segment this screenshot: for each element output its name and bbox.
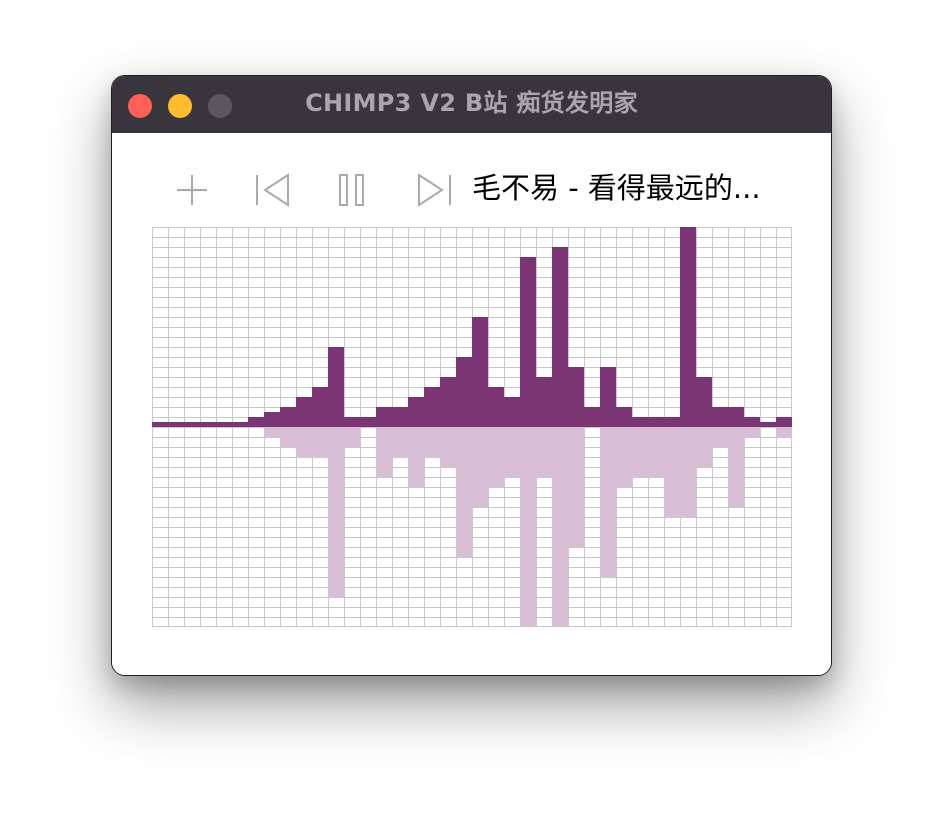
skip-previous-icon [256,173,289,207]
lower-bar [440,427,456,467]
skip-next-icon [418,173,451,207]
upper-bar [552,247,568,427]
upper-bar [472,317,488,427]
upper-bar [712,407,728,427]
lower-bar [264,427,280,437]
upper-bar [632,417,648,427]
upper-bar [728,407,744,427]
lower-bar [728,427,744,507]
lower-bar [376,427,392,477]
upper-bar [424,387,440,427]
window-title: CHIMP3 V2 B站 痴货发明家 [305,89,638,117]
upper-bar [504,397,520,427]
lower-bar [488,427,504,487]
lower-bar [696,427,712,467]
upper-bar [648,417,664,427]
upper-bar [328,347,344,427]
lower-bar [632,427,648,477]
upper-bar [680,227,696,427]
player-content: 毛不易 - 看得最远的... [112,133,831,675]
lower-bar [744,427,760,437]
upper-bar [200,422,216,427]
upper-bar [488,387,504,427]
lower-bar [504,427,520,477]
lower-bar [344,427,360,447]
upper-bar [376,407,392,427]
next-track-button[interactable] [415,173,453,207]
upper-bar [296,397,312,427]
now-playing-title: 毛不易 - 看得最远的... [472,171,761,205]
lower-bar [408,427,424,487]
lower-bar [680,427,696,517]
lower-bar [312,427,328,457]
audio-visualizer [152,227,792,627]
upper-bar [248,417,264,427]
lower-bar [712,427,728,447]
upper-bar [216,422,232,427]
upper-bar [360,417,376,427]
desktop-background: CHIMP3 V2 B站 痴货发明家 毛不易 - 看得最远的... [0,0,944,824]
pause-button[interactable] [338,173,366,207]
upper-bar [664,417,680,427]
upper-bar [568,367,584,427]
upper-bar [280,407,296,427]
upper-bar [184,422,200,427]
upper-bar [584,407,600,427]
visualizer-canvas [152,227,792,627]
lower-bar [392,427,408,457]
pause-icon [339,174,364,206]
add-track-button[interactable] [175,173,209,207]
lower-bar [664,427,680,517]
lower-bar [424,427,440,457]
lower-bar [472,427,488,507]
lower-bar [296,427,312,457]
lower-bar [776,427,792,437]
upper-bar [152,422,168,427]
upper-bar [760,422,776,427]
upper-bar [744,417,760,427]
lower-bar [536,427,552,477]
upper-bar [776,417,792,427]
upper-bar [264,412,280,427]
plus-icon [177,175,207,205]
lower-bar [568,427,584,547]
lower-bar [280,427,296,447]
previous-track-button[interactable] [254,173,292,207]
player-window: CHIMP3 V2 B站 痴货发明家 毛不易 - 看得最远的... [111,75,832,676]
upper-bar [536,377,552,427]
upper-bar [440,377,456,427]
upper-bar [456,357,472,427]
lower-bar [648,427,664,477]
upper-bar [392,407,408,427]
lower-bar [616,427,632,487]
lower-bar [600,427,616,577]
title-bar[interactable]: CHIMP3 V2 B站 痴货发明家 [112,76,831,133]
upper-bar [696,377,712,427]
upper-bar [600,367,616,427]
upper-bar [616,407,632,427]
lower-bar [552,427,568,627]
lower-bar [520,427,536,627]
lower-bar [456,427,472,557]
upper-bar [520,257,536,427]
lower-bar [328,427,344,597]
upper-bar [168,422,184,427]
upper-bar [408,397,424,427]
upper-bar [232,422,248,427]
upper-bar [312,387,328,427]
upper-bar [344,417,360,427]
